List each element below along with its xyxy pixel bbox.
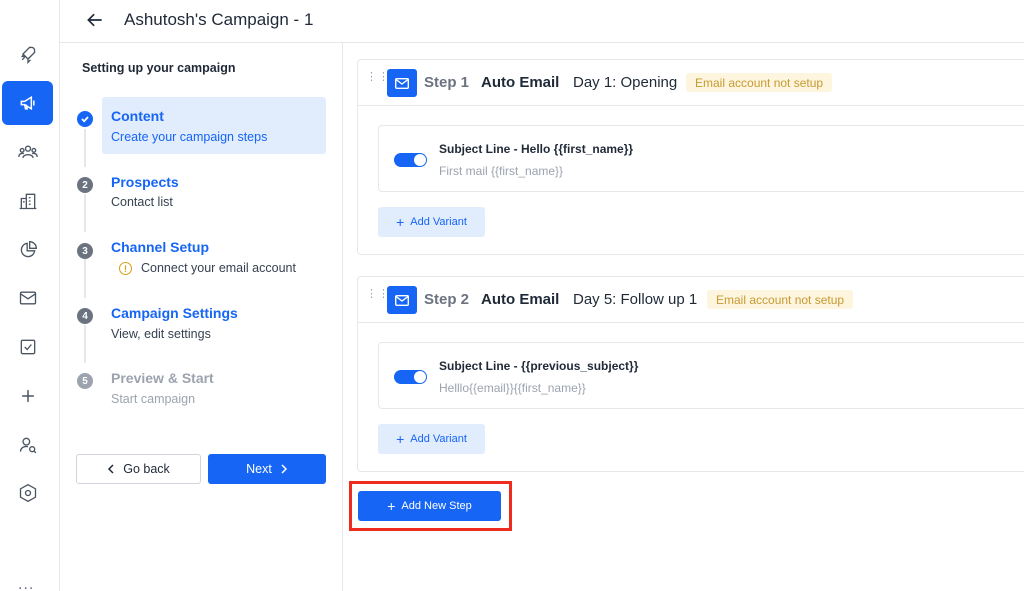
- mail-icon: [19, 291, 36, 305]
- step-label: Preview & Start: [111, 370, 214, 386]
- variant-toggle[interactable]: [394, 153, 427, 167]
- step-type-label: Auto Email: [481, 74, 560, 91]
- megaphone-icon: [20, 95, 35, 111]
- step-number: 5: [77, 373, 93, 389]
- step-card-header: ⋮⋮ Step 1 Auto Email Day 1: Opening Emai…: [358, 60, 1024, 106]
- step-label: Channel Setup: [111, 239, 210, 255]
- go-back-label: Go back: [123, 462, 170, 476]
- back-arrow-icon[interactable]: [85, 10, 105, 30]
- sidebar-item-rocket[interactable]: [2, 32, 53, 76]
- setup-step-channel[interactable]: 3 Channel Setup ! Connect your email acc…: [60, 227, 343, 283]
- drag-handle-icon[interactable]: ⋮⋮: [366, 289, 389, 306]
- sidebar-item-prospect-search[interactable]: [2, 423, 53, 467]
- step-day-label: Day 1: Opening: [573, 74, 678, 91]
- building-icon: [19, 193, 36, 210]
- add-new-step-button[interactable]: + Add New Step: [358, 491, 501, 521]
- sequence-step-card: ⋮⋮ Step 1 Auto Email Day 1: Opening Emai…: [357, 59, 1024, 255]
- chevron-right-icon: [281, 464, 287, 474]
- hexagon-settings-icon: [19, 483, 36, 503]
- sidebar-item-companies[interactable]: [2, 179, 53, 223]
- step-day-label: Day 5: Follow up 1: [573, 291, 698, 308]
- users-icon: [17, 145, 38, 159]
- go-back-button[interactable]: Go back: [76, 454, 201, 484]
- setup-step-prospects[interactable]: 2 Prospects Contact list: [60, 162, 343, 218]
- sidebar-item-team[interactable]: [2, 130, 53, 174]
- sidebar-item-settings[interactable]: [2, 471, 53, 515]
- sidebar-item-tasks[interactable]: [2, 325, 53, 369]
- plus-icon: [21, 390, 34, 402]
- sidebar-item-campaigns[interactable]: [2, 81, 53, 125]
- plus-icon: +: [396, 431, 405, 447]
- step-type-label: Auto Email: [481, 291, 560, 308]
- check-icon: [77, 111, 93, 127]
- email-step-icon: [387, 69, 417, 97]
- next-button[interactable]: Next: [208, 454, 326, 484]
- subject-line: Subject Line - {{previous_subject}}: [439, 359, 639, 373]
- plus-icon: +: [396, 214, 405, 230]
- step-number: 2: [77, 177, 93, 193]
- step-subtitle: Create your campaign steps: [111, 130, 268, 144]
- step-number: 4: [77, 308, 93, 324]
- variant-toggle[interactable]: [394, 370, 427, 384]
- setup-panel: Setting up your campaign Content Create …: [60, 43, 343, 591]
- sidebar-item-analytics[interactable]: [2, 228, 53, 272]
- step-card-header: ⋮⋮ Step 2 Auto Email Day 5: Follow up 1 …: [358, 277, 1024, 323]
- setup-step-settings[interactable]: 4 Campaign Settings View, edit settings: [60, 293, 343, 349]
- warning-icon: !: [119, 262, 132, 275]
- sidebar-item-inbox[interactable]: [2, 276, 53, 320]
- step-subtitle: View, edit settings: [111, 327, 211, 341]
- step-label: Campaign Settings: [111, 305, 238, 321]
- campaign-editor: ... Ashutosh's Campaign - 1 Setting up y…: [0, 0, 1024, 591]
- step-number: 3: [77, 243, 93, 259]
- step-label: Prospects: [111, 174, 179, 190]
- subject-line: Subject Line - Hello {{first_name}}: [439, 142, 634, 156]
- active-step-highlight: [102, 97, 326, 154]
- email-variant[interactable]: Subject Line - Hello {{first_name}} Firs…: [378, 125, 1024, 192]
- status-badge: Email account not setup: [707, 290, 854, 309]
- sequence-editor: ⋮⋮ Step 1 Auto Email Day 1: Opening Emai…: [343, 43, 1024, 591]
- rocket-icon: [20, 46, 35, 64]
- more-icon[interactable]: ...: [18, 576, 34, 591]
- step-subtitle: Start campaign: [111, 392, 196, 406]
- app-logo: [6, 0, 40, 8]
- sequence-step-card: ⋮⋮ Step 2 Auto Email Day 5: Follow up 1 …: [357, 276, 1024, 472]
- step-label: Content: [111, 108, 164, 124]
- step-number-label: Step 2: [424, 291, 470, 308]
- add-variant-button[interactable]: + Add Variant: [378, 207, 485, 237]
- user-search-icon: [19, 437, 36, 454]
- step-subtitle: Contact list: [111, 195, 173, 209]
- chevron-left-icon: [108, 464, 114, 474]
- plus-icon: +: [387, 498, 396, 514]
- setup-panel-title: Setting up your campaign: [82, 61, 236, 75]
- sidebar-item-add[interactable]: [2, 374, 53, 418]
- add-variant-button[interactable]: + Add Variant: [378, 424, 485, 454]
- add-variant-label: Add Variant: [410, 433, 467, 445]
- email-step-icon: [387, 286, 417, 314]
- pie-chart-icon: [20, 240, 37, 258]
- setup-step-preview: 5 Preview & Start Start campaign: [60, 358, 343, 414]
- status-badge: Email account not setup: [686, 73, 833, 92]
- email-variant[interactable]: Subject Line - {{previous_subject}} Hell…: [378, 342, 1024, 409]
- step-subtitle: Connect your email account: [141, 261, 296, 275]
- drag-handle-icon[interactable]: ⋮⋮: [366, 72, 389, 89]
- top-header: Ashutosh's Campaign - 1: [60, 0, 1024, 43]
- setup-step-content[interactable]: Content Create your campaign steps: [60, 97, 343, 154]
- checkbox-icon: [20, 339, 35, 355]
- sidebar-rail: ...: [0, 0, 60, 591]
- next-label: Next: [246, 462, 272, 476]
- email-preview: First mail {{first_name}}: [439, 164, 564, 178]
- add-variant-label: Add Variant: [410, 216, 467, 228]
- page-title: Ashutosh's Campaign - 1: [124, 10, 314, 29]
- email-preview: Helllo{{email}}{{first_name}}: [439, 381, 586, 395]
- step-number-label: Step 1: [424, 74, 470, 91]
- add-new-step-label: Add New Step: [401, 500, 472, 512]
